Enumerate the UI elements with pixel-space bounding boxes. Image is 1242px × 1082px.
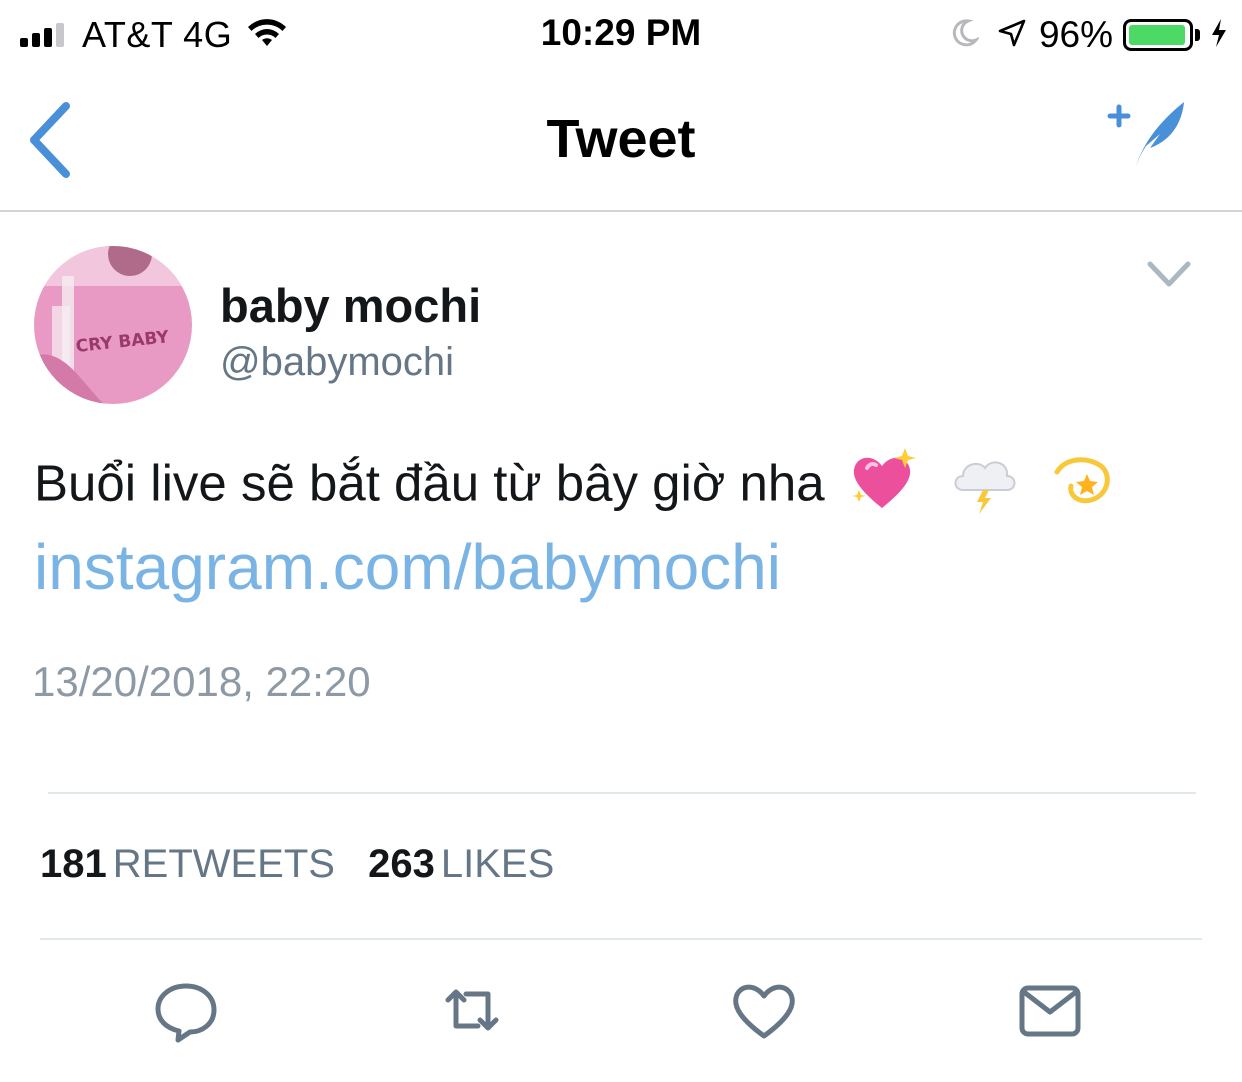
tweet-text: Buổi live sẽ bắt đầu từ bây giờ nha [34,446,1117,528]
nav-bar: Tweet [0,70,1242,212]
tweet-timestamp: 13/20/2018, 22:20 [32,658,371,705]
likes-count: 263 [368,842,435,886]
tweet-link[interactable]: instagram.com/babymochi [34,530,781,604]
cloud-lightning-icon [949,446,1019,528]
direct-message-icon [1019,985,1081,1037]
battery-cap [1195,29,1200,41]
divider [40,938,1202,940]
tweet-stats: 181 RETWEETS 263 LIKES [40,842,576,887]
status-bar: AT&T 4G 10:29 PM 96% [0,0,1242,70]
retweets-count: 181 [40,842,107,886]
dizzy-star-icon [1047,446,1117,528]
battery-percent: 96% [1038,14,1113,55]
page-title: Tweet [546,109,696,169]
location-arrow-icon [997,18,1027,53]
user-handle[interactable]: @babymochi [220,340,454,385]
likes-label: LIKES [440,842,555,886]
retweets-stat[interactable]: 181 RETWEETS [40,842,368,886]
retweet-icon [445,989,499,1031]
tweet-detail-screen: AT&T 4G 10:29 PM 96% Tweet CRY BABY baby… [0,0,1242,1082]
likes-stat[interactable]: 263 LIKES [368,842,576,886]
compose-quill-icon [1107,102,1184,166]
like-icon [733,984,795,1039]
avatar[interactable]: CRY BABY [34,246,192,404]
battery-level [1129,25,1185,45]
retweets-label: RETWEETS [112,842,335,886]
tweet-options-button[interactable] [1144,256,1194,296]
retweet-button[interactable] [436,974,508,1046]
tweet-text-body: Buổi live sẽ bắt đầu từ bây giờ nha [34,454,825,512]
sparkling-heart-icon [847,446,917,528]
display-name[interactable]: baby mochi [220,278,481,333]
compose-tweet-button[interactable] [1102,96,1192,176]
divider [48,792,1196,794]
like-button[interactable] [728,974,800,1046]
status-right: 96% [949,12,1228,58]
avatar-image: CRY BABY [34,246,192,404]
charging-bolt-icon [1210,18,1228,53]
chevron-down-icon [1147,261,1191,287]
moon-icon [949,18,981,53]
direct-message-button[interactable] [1014,974,1086,1046]
reply-button[interactable] [150,974,222,1046]
reply-icon [155,983,217,1043]
battery-icon [1123,19,1193,51]
